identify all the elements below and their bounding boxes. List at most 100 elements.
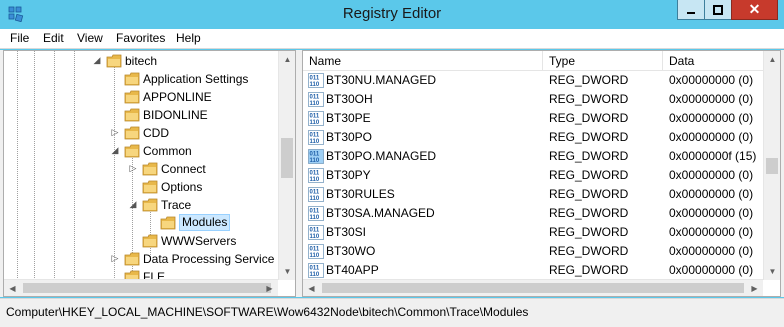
list-scroll-left-icon[interactable]: ◀ [303, 280, 320, 296]
tree-scroll-right-icon[interactable]: ▶ [261, 280, 278, 296]
list-vertical-scroll-thumb[interactable] [766, 157, 778, 174]
list-horizontal-scrollbar[interactable]: ◀ ▶ [303, 279, 763, 296]
tree-scroll-up-icon[interactable]: ▲ [279, 51, 295, 68]
svg-text:110: 110 [310, 234, 320, 240]
list-scroll-right-icon[interactable]: ▶ [746, 280, 763, 296]
tree-node-bitech[interactable]: ◢ bitech [4, 52, 279, 70]
value-name: BT30WO [326, 244, 376, 258]
list-vertical-scrollbar[interactable]: ▲ ▼ [763, 51, 780, 280]
folder-icon [142, 234, 158, 248]
registry-editor-window: Registry Editor ✕ File Edit View Favorit… [0, 0, 784, 327]
maximize-button[interactable] [704, 0, 732, 20]
tree-node-trace[interactable]: ◢ Trace [4, 196, 279, 214]
value-row[interactable]: 011 110 BT30PE REG_DWORD 0x00000000 (0) [303, 109, 765, 128]
svg-text:110: 110 [310, 272, 320, 278]
values-list-pane[interactable]: Name Type Data 011 110 BT30NU.MANAGED REG_D… [302, 50, 781, 297]
svg-text:110: 110 [310, 177, 320, 183]
minimize-button[interactable] [677, 0, 705, 20]
value-row[interactable]: 011 110 BT30SA.MANAGED REG_DWORD 0x00000000 … [303, 204, 765, 223]
value-data: 0x00000000 (0) [669, 73, 754, 87]
value-data: 0x00000000 (0) [669, 130, 754, 144]
menu-file[interactable]: File [10, 31, 29, 45]
value-type: REG_DWORD [549, 244, 629, 258]
tree-node-application-settings[interactable]: Application Settings [4, 70, 279, 88]
svg-text:110: 110 [310, 196, 320, 202]
value-row[interactable]: 011 110 BT30SI REG_DWORD 0x00000000 (0) [303, 223, 765, 242]
tree-node-options[interactable]: Options [4, 178, 279, 196]
maximize-icon [713, 4, 723, 15]
collapse-arrow-icon[interactable]: ◢ [110, 145, 120, 155]
menu-help[interactable]: Help [176, 31, 201, 45]
tree-node-label: Data Processing Service [143, 252, 275, 266]
tree-horizontal-scrollbar[interactable]: ◀ ▶ [4, 279, 278, 296]
svg-text:011: 011 [310, 95, 320, 101]
minimize-icon [687, 11, 695, 14]
tree-node-cdd[interactable]: ▷ CDD [4, 124, 279, 142]
tree-horizontal-scroll-thumb[interactable] [23, 283, 271, 293]
value-row[interactable]: 011 110 BT40APP REG_DWORD 0x00000000 (0) [303, 261, 765, 280]
value-type: REG_DWORD [549, 206, 629, 220]
value-row[interactable]: 011 110 BT30PO.MANAGED REG_DWORD 0x0000000f … [303, 147, 765, 166]
collapse-arrow-icon[interactable]: ◢ [128, 199, 138, 209]
value-data: 0x00000000 (0) [669, 168, 754, 182]
value-data: 0x00000000 (0) [669, 206, 754, 220]
expand-arrow-icon[interactable]: ▷ [110, 127, 120, 137]
tree-node-modules[interactable]: Modules [4, 214, 279, 232]
reg-dword-icon: 011110 [308, 73, 324, 88]
value-type: REG_DWORD [549, 168, 629, 182]
value-name: BT30PY [326, 168, 371, 182]
tree-scroll-left-icon[interactable]: ◀ [4, 280, 21, 296]
value-row[interactable]: 011 110 BT30WO REG_DWORD 0x00000000 (0) [303, 242, 765, 261]
collapse-arrow-icon[interactable]: ◢ [92, 55, 102, 65]
value-name: BT30SI [326, 225, 367, 239]
folder-icon [124, 126, 140, 140]
value-data: 0x00000000 (0) [669, 111, 754, 125]
menu-edit[interactable]: Edit [43, 31, 64, 45]
value-row[interactable]: 011 110 BT30PY REG_DWORD 0x00000000 (0) [303, 166, 765, 185]
tree-node-apponline[interactable]: APPONLINE [4, 88, 279, 106]
svg-text:110: 110 [310, 82, 320, 88]
folder-icon [142, 180, 158, 194]
tree-node-label: Application Settings [143, 72, 249, 86]
column-header-type[interactable]: Type [543, 51, 663, 71]
value-name: BT30RULES [326, 187, 395, 201]
tree-scroll-down-icon[interactable]: ▼ [279, 263, 295, 280]
status-bar: Computer\HKEY_LOCAL_MACHINE\SOFTWARE\Wow… [0, 298, 784, 327]
value-row[interactable]: 011 110 BT30OH REG_DWORD 0x00000000 (0) [303, 90, 765, 109]
reg-dword-icon: 011110 [308, 149, 324, 164]
expand-arrow-icon[interactable]: ▷ [110, 253, 120, 263]
folder-icon [124, 72, 140, 86]
expand-arrow-icon[interactable]: ▷ [128, 163, 138, 173]
list-horizontal-scroll-thumb[interactable] [322, 283, 744, 293]
reg-dword-icon: 011110 [308, 225, 324, 240]
value-name: BT30OH [326, 92, 373, 106]
tree-node-common[interactable]: ◢ Common [4, 142, 279, 160]
tree-node-bidonline[interactable]: BIDONLINE [4, 106, 279, 124]
value-data: 0x00000000 (0) [669, 92, 754, 106]
key-tree-pane[interactable]: ◢ bitech Application Settings APPONLINE BIDO… [3, 50, 296, 297]
tree-node-connect[interactable]: ▷ Connect [4, 160, 279, 178]
menu-view[interactable]: View [77, 31, 103, 45]
tree-node-label: APPONLINE [143, 90, 212, 104]
column-header-data[interactable]: Data [663, 51, 765, 71]
column-header-name[interactable]: Name [303, 51, 543, 71]
value-row[interactable]: 011 110 BT30RULES REG_DWORD 0x00000000 (0) [303, 185, 765, 204]
close-icon: ✕ [748, 1, 761, 17]
tree-vertical-scrollbar[interactable]: ▲ ▼ [278, 51, 295, 280]
value-data: 0x00000000 (0) [669, 187, 754, 201]
tree-node-wwwservers[interactable]: WWWServers [4, 232, 279, 250]
reg-dword-icon: 011110 [308, 263, 324, 278]
value-name: BT30NU.MANAGED [326, 73, 437, 87]
reg-dword-icon: 011110 [308, 168, 324, 183]
value-row[interactable]: 011 110 BT30PO REG_DWORD 0x00000000 (0) [303, 128, 765, 147]
list-scroll-down-icon[interactable]: ▼ [764, 263, 780, 280]
menu-favorites[interactable]: Favorites [116, 31, 165, 45]
title-bar[interactable]: Registry Editor ✕ [0, 0, 784, 29]
tree-node-data-processing-service[interactable]: ▷ Data Processing Service [4, 250, 279, 268]
list-scroll-up-icon[interactable]: ▲ [764, 51, 780, 68]
value-row[interactable]: 011 110 BT30NU.MANAGED REG_DWORD 0x00000000 … [303, 71, 765, 90]
value-name: BT30PO.MANAGED [326, 149, 437, 163]
close-button[interactable]: ✕ [731, 0, 778, 20]
value-name: BT30SA.MANAGED [326, 206, 435, 220]
tree-vertical-scroll-thumb[interactable] [281, 137, 293, 178]
